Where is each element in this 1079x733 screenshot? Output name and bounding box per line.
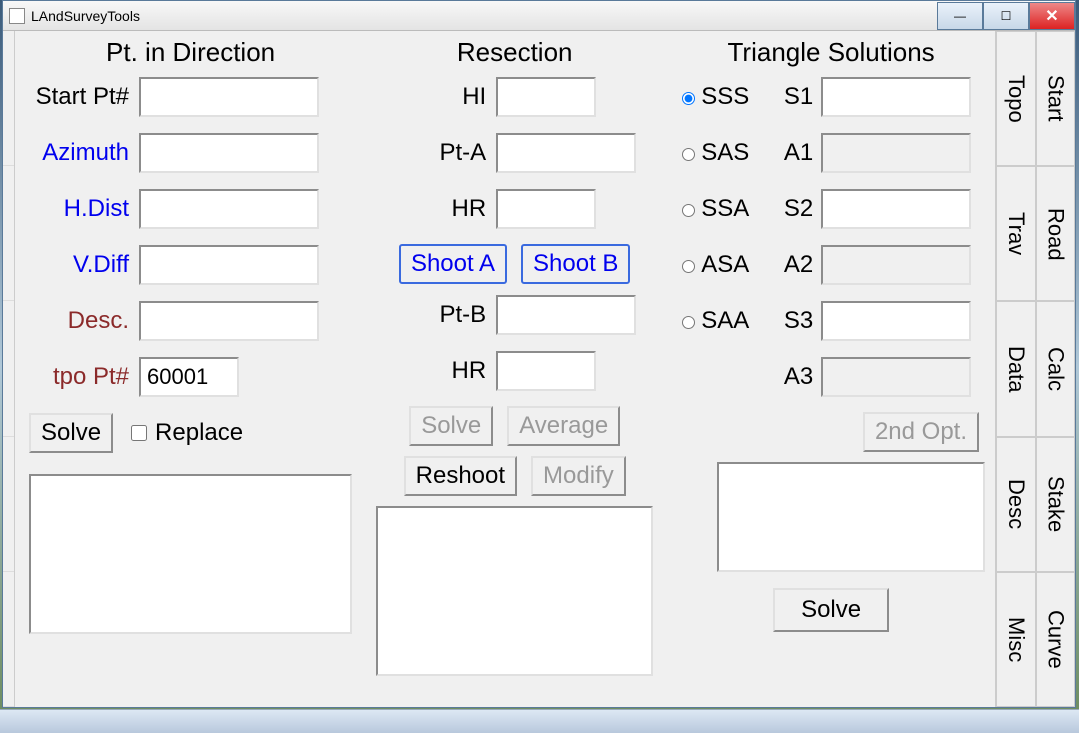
- vdiff-label: V.Diff: [29, 251, 139, 279]
- saa-radio[interactable]: [682, 316, 695, 329]
- shoot-b-button[interactable]: Shoot B: [521, 244, 630, 284]
- window-title: LAndSurveyTools: [31, 8, 140, 24]
- hi-input[interactable]: [496, 77, 596, 117]
- s2-label: S2: [777, 195, 821, 223]
- modify-button[interactable]: Modify: [531, 456, 626, 496]
- tpo-pt-label: tpo Pt#: [29, 363, 139, 391]
- sas-radio[interactable]: [682, 148, 695, 161]
- reshoot-button[interactable]: Reshoot: [404, 456, 517, 496]
- hdist-input[interactable]: [139, 189, 319, 229]
- a2-label: A2: [777, 251, 821, 279]
- ptb-input[interactable]: [496, 295, 636, 335]
- col2-solve-button[interactable]: Solve: [409, 406, 493, 446]
- saa-label: SAA: [701, 307, 749, 335]
- hr1-input[interactable]: [496, 189, 596, 229]
- a1-input[interactable]: [821, 133, 971, 173]
- s1-input[interactable]: [821, 77, 971, 117]
- tab-data[interactable]: Data: [996, 301, 1036, 436]
- close-button[interactable]: ✕: [1029, 2, 1075, 30]
- col1-solve-button[interactable]: Solve: [29, 413, 113, 453]
- left-strip: [3, 31, 15, 707]
- pta-input[interactable]: [496, 133, 636, 173]
- col3-output: [717, 462, 985, 572]
- replace-checkbox[interactable]: [131, 425, 147, 441]
- s3-label: S3: [777, 307, 821, 335]
- a2-input[interactable]: [821, 245, 971, 285]
- s1-label: S1: [777, 83, 821, 111]
- titlebar[interactable]: LAndSurveyTools — ☐ ✕: [3, 1, 1075, 31]
- app-icon: [9, 8, 25, 24]
- sss-label: SSS: [701, 83, 749, 111]
- tab-topo[interactable]: Topo: [996, 31, 1036, 166]
- tpo-pt-input[interactable]: [139, 357, 239, 397]
- s3-input[interactable]: [821, 301, 971, 341]
- sss-radio[interactable]: [682, 92, 695, 105]
- taskbar[interactable]: [0, 709, 1079, 733]
- hr2-label: HR: [376, 357, 496, 385]
- second-opt-button[interactable]: 2nd Opt.: [863, 412, 979, 452]
- tab-curve[interactable]: Curve: [1036, 572, 1076, 707]
- azimuth-input[interactable]: [139, 133, 319, 173]
- a3-label: A3: [777, 363, 821, 391]
- desc-input[interactable]: [139, 301, 319, 341]
- desc-label: Desc.: [29, 307, 139, 335]
- col1-output: [29, 474, 352, 634]
- hr1-label: HR: [376, 195, 496, 223]
- tab-trav[interactable]: Trav: [996, 166, 1036, 301]
- start-pt-input[interactable]: [139, 77, 319, 117]
- ssa-radio[interactable]: [682, 204, 695, 217]
- average-button[interactable]: Average: [507, 406, 620, 446]
- col2-heading: Resection: [376, 37, 653, 68]
- sas-label: SAS: [701, 139, 749, 167]
- a1-label: A1: [777, 139, 821, 167]
- tab-road[interactable]: Road: [1036, 166, 1076, 301]
- hr2-input[interactable]: [496, 351, 596, 391]
- minimize-button[interactable]: —: [937, 2, 983, 30]
- right-strip: Topo Trav Data Desc Misc Start Road Calc…: [995, 31, 1075, 707]
- s2-input[interactable]: [821, 189, 971, 229]
- tab-desc[interactable]: Desc: [996, 437, 1036, 572]
- tab-stake[interactable]: Stake: [1036, 437, 1076, 572]
- shoot-a-button[interactable]: Shoot A: [399, 244, 507, 284]
- col3-heading: Triangle Solutions: [677, 37, 985, 68]
- replace-label: Replace: [155, 419, 243, 447]
- col2-output: [376, 506, 653, 676]
- col3-solve-button[interactable]: Solve: [773, 588, 889, 632]
- azimuth-label: Azimuth: [29, 139, 139, 167]
- tab-start[interactable]: Start: [1036, 31, 1076, 166]
- col1-heading: Pt. in Direction: [29, 37, 352, 68]
- hdist-label: H.Dist: [29, 195, 139, 223]
- asa-radio[interactable]: [682, 260, 695, 273]
- app-window: LAndSurveyTools — ☐ ✕ Pt. in Direction S…: [2, 0, 1076, 708]
- tab-calc[interactable]: Calc: [1036, 301, 1076, 436]
- a3-input[interactable]: [821, 357, 971, 397]
- vdiff-input[interactable]: [139, 245, 319, 285]
- asa-label: ASA: [701, 251, 749, 279]
- start-pt-label: Start Pt#: [29, 83, 139, 111]
- pta-label: Pt-A: [376, 139, 496, 167]
- maximize-button[interactable]: ☐: [983, 2, 1029, 30]
- ssa-label: SSA: [701, 195, 749, 223]
- tab-misc[interactable]: Misc: [996, 572, 1036, 707]
- ptb-label: Pt-B: [376, 301, 496, 329]
- hi-label: HI: [376, 83, 496, 111]
- client-area: Pt. in Direction Start Pt# Azimuth H.Dis…: [3, 31, 1075, 707]
